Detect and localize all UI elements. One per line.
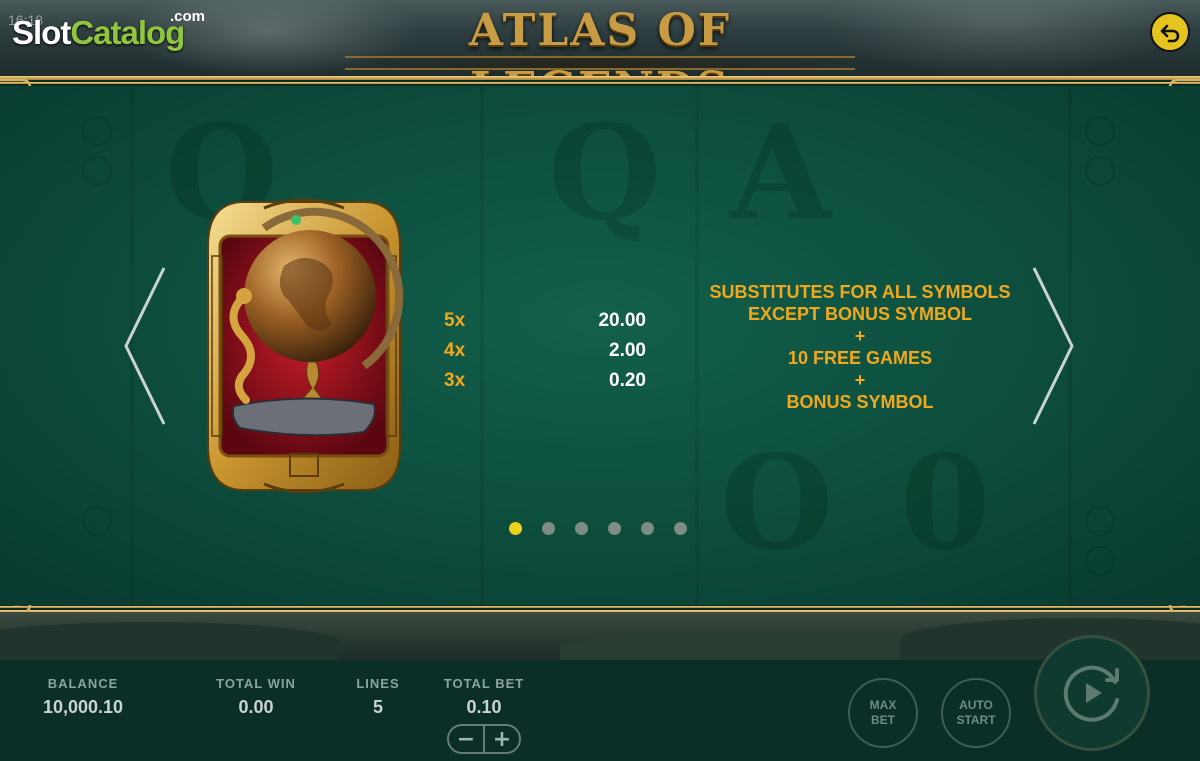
background-reel-symbol: Q	[548, 96, 662, 249]
payout-count: 5x	[444, 310, 466, 331]
background-reel-symbol: 0	[900, 426, 991, 579]
page-indicator	[509, 522, 687, 536]
bet-stepper: − +	[447, 724, 521, 754]
paytable-panel: Q Q A O 0 5x 20.00 4x 2.00 3x 0.20 SUBST…	[0, 86, 1200, 605]
game-title: ATLAS OF LEGENDS	[468, 5, 732, 78]
spin-play-icon[interactable]	[1057, 658, 1127, 728]
background-ornament	[1085, 506, 1115, 536]
lines-value: 5	[372, 697, 383, 717]
description-line: EXCEPT BONUS SYMBOL	[747, 304, 973, 324]
site-logo: SlotCatalog	[12, 14, 185, 51]
back-button[interactable]	[1150, 12, 1190, 52]
page-dot[interactable]	[608, 522, 621, 535]
symbol-description: SUBSTITUTES FOR ALL SYMBOLS EXCEPT BONUS…	[700, 281, 1020, 413]
payout-count: 3x	[444, 370, 466, 391]
reel-divider	[695, 86, 699, 605]
payout-table: 5x 20.00 4x 2.00 3x 0.20	[444, 310, 654, 400]
background-ornament	[82, 116, 112, 146]
background-reel-symbol: A	[730, 96, 831, 249]
description-line: +	[854, 326, 866, 346]
page-dot[interactable]	[641, 522, 654, 535]
total-bet-label: TOTAL BET	[443, 676, 525, 691]
back-arrow-icon	[1160, 24, 1180, 43]
background-reel-symbol: O	[720, 426, 834, 579]
page-dot[interactable]	[575, 522, 588, 535]
background-ornament	[1085, 546, 1115, 576]
balance-display: BALANCE 10,000.10	[23, 676, 143, 718]
balance-value: 10,000.10	[42, 697, 124, 717]
total-win-value: 0.00	[238, 697, 274, 717]
payout-row: 4x 2.00	[444, 340, 654, 370]
background-mist	[820, 0, 1180, 78]
payout-value: 2.00	[609, 340, 646, 361]
bottom-control-bar	[0, 660, 1200, 761]
page-dot[interactable]	[542, 522, 555, 535]
description-line: 10 FREE GAMES	[787, 348, 933, 368]
total-bet-value: 0.10	[466, 697, 502, 717]
background-ornament	[1085, 116, 1115, 146]
auto-start-button[interactable]: AUTO START	[941, 678, 1011, 748]
page-dot-active[interactable]	[509, 522, 522, 535]
payout-row: 5x 20.00	[444, 310, 654, 340]
bet-increase-button[interactable]: +	[485, 726, 519, 752]
payout-row: 3x 0.20	[444, 370, 654, 400]
background-ornament	[82, 506, 112, 536]
total-bet-display: TOTAL BET 0.10	[428, 676, 540, 718]
max-bet-button[interactable]: MAX BET	[848, 678, 918, 748]
background-ornament	[1085, 156, 1115, 186]
page-dot[interactable]	[674, 522, 687, 535]
total-win-label: TOTAL WIN	[216, 676, 296, 691]
lines-display: LINES 5	[338, 676, 418, 718]
payout-value: 0.20	[609, 370, 646, 391]
description-line: SUBSTITUTES FOR ALL SYMBOLS	[709, 282, 1011, 302]
payout-value: 20.00	[598, 310, 646, 331]
chevron-right-icon[interactable]	[1030, 266, 1078, 426]
description-line: +	[854, 370, 866, 390]
bet-decrease-button[interactable]: −	[449, 726, 483, 752]
lines-label: LINES	[356, 676, 400, 691]
globe-wild-symbol	[207, 198, 404, 494]
frame-top-border	[0, 76, 1200, 80]
frame-bottom-border-inner	[0, 606, 1200, 608]
background-ornament	[82, 156, 112, 186]
description-line: BONUS SYMBOL	[786, 392, 934, 412]
chevron-left-icon[interactable]	[120, 266, 168, 426]
balance-label: BALANCE	[47, 676, 119, 691]
total-win-display: TOTAL WIN 0.00	[196, 676, 316, 718]
top-bar: 16:18 SlotCatalog .com ATLAS OF LEGENDS	[0, 0, 1200, 78]
frame-top-border-inner	[0, 82, 1200, 84]
payout-count: 4x	[444, 340, 466, 361]
background-landscape	[0, 612, 1200, 662]
site-logo-dotcom: .com	[170, 8, 206, 25]
